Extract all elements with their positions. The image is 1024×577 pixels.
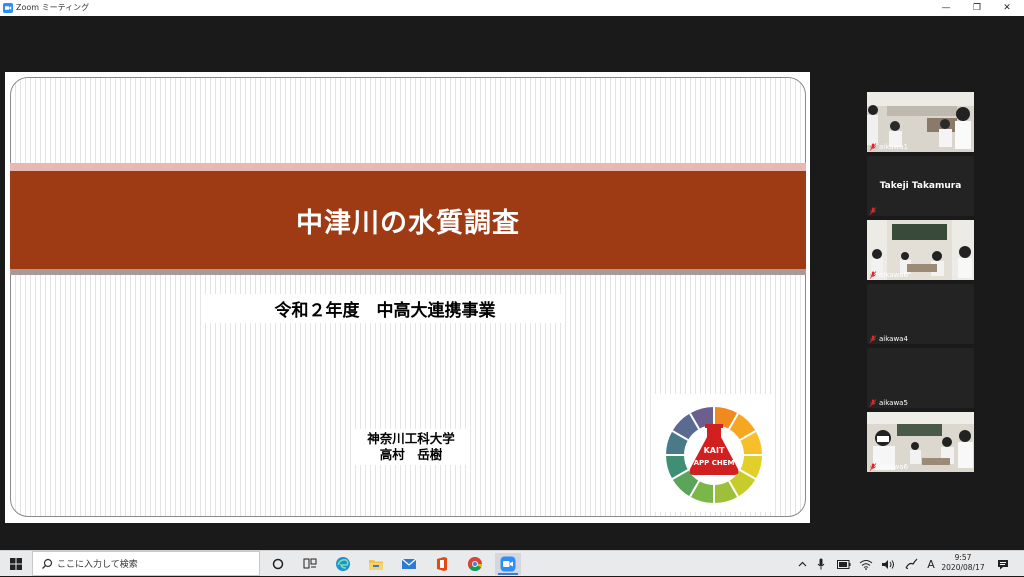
color-wheel-logo-icon: KAIT APP CHEM — [666, 406, 762, 504]
muted-mic-icon — [869, 399, 877, 407]
participant-name: aikawa6 — [869, 271, 908, 279]
muted-mic-icon — [869, 143, 877, 151]
minimize-button[interactable]: — — [929, 0, 963, 16]
speaker-icon — [882, 559, 894, 569]
cortana-circle-icon — [272, 558, 284, 570]
windows-start-button[interactable] — [0, 551, 32, 577]
task-view-icon — [303, 558, 317, 569]
chevron-up-icon — [798, 561, 806, 567]
zoom-taskbar-button[interactable] — [495, 553, 521, 575]
window-titlebar: Zoom ミーティング — ❐ ✕ — [0, 0, 1024, 16]
muted-mic-icon — [869, 271, 877, 279]
slide-affiliation-box: 神奈川工科大学 高村 岳樹 — [352, 429, 470, 465]
wifi-icon — [859, 559, 873, 570]
active-indicator — [498, 573, 518, 575]
battery-icon — [837, 559, 851, 569]
mail-icon — [401, 558, 417, 569]
edge-browser-icon — [336, 557, 350, 571]
search-placeholder: ここに入力して検索 — [57, 560, 138, 570]
meeting-stage: 中津川の水質調査 令和２年度 中高大連携事業 神奈川工科大学 高村 岳樹 KAI… — [0, 16, 1024, 550]
microphone-icon — [817, 558, 825, 570]
cortana-button[interactable] — [265, 553, 291, 575]
participant-display-name: Takeji Takamura — [879, 181, 962, 191]
participant-name: aikawa6 — [869, 463, 908, 471]
slide-title: 中津川の水質調査 — [296, 207, 520, 239]
notification-icon — [998, 559, 1008, 569]
kait-appchem-logo: KAIT APP CHEM — [655, 394, 773, 512]
wifi-tray-button[interactable] — [858, 551, 874, 577]
battery-tray-button[interactable] — [836, 551, 852, 577]
search-icon — [42, 558, 53, 569]
muted-mic-icon — [869, 463, 877, 471]
slide-band-top — [10, 163, 806, 171]
mail-button[interactable] — [396, 553, 422, 575]
svg-text:KAIT: KAIT — [704, 446, 725, 455]
participant-name: aikawa1 — [869, 143, 908, 151]
close-button[interactable]: ✕ — [990, 0, 1024, 16]
clock-date: 2020/08/17 — [941, 563, 985, 572]
windows-logo-icon — [10, 558, 22, 570]
slide-band-bottom — [10, 269, 806, 275]
participant-tile[interactable]: aikawa1 — [867, 92, 974, 152]
shared-slide: 中津川の水質調査 令和２年度 中高大連携事業 神奈川工科大学 高村 岳樹 KAI… — [5, 72, 810, 523]
file-explorer-button[interactable] — [363, 553, 389, 575]
pen-icon — [905, 558, 918, 569]
participant-tile[interactable]: Takeji Takamura — [867, 156, 974, 216]
notification-center-button[interactable] — [995, 551, 1011, 577]
participant-tile[interactable]: aikawa6 — [867, 412, 974, 472]
folder-icon — [369, 560, 383, 570]
pen-workspace-button[interactable] — [903, 551, 919, 577]
muted-mic-icon — [869, 335, 877, 343]
muted-mic-icon — [869, 207, 877, 215]
participant-tile[interactable]: aikawa4 — [867, 284, 974, 344]
taskbar: ここに入力して検索 A 9:57 2020/08/17 — [0, 550, 1024, 576]
window-title: Zoom ミーティング — [16, 3, 90, 12]
participant-name: aikawa4 — [869, 335, 908, 343]
participant-tile[interactable]: aikawa5 — [867, 348, 974, 408]
participant-name: aikawa5 — [869, 399, 908, 407]
restore-button[interactable]: ❐ — [960, 0, 994, 16]
participant-tile[interactable]: aikawa6 — [867, 220, 974, 280]
participant-status — [869, 207, 877, 215]
slide-subtitle: 令和２年度 中高大連携事業 — [205, 294, 565, 323]
chrome-button[interactable] — [462, 553, 488, 575]
zoom-logo-icon — [3, 3, 13, 13]
tray-overflow-button[interactable] — [795, 551, 809, 577]
office-button[interactable] — [429, 553, 455, 575]
taskbar-search-box[interactable]: ここに入力して検索 — [32, 551, 260, 576]
volume-tray-button[interactable] — [880, 551, 896, 577]
clock-time: 9:57 — [954, 553, 972, 562]
task-view-button[interactable] — [297, 553, 323, 575]
office-icon — [437, 557, 447, 571]
microphone-tray-button[interactable] — [814, 551, 828, 577]
edge-button[interactable] — [330, 553, 356, 575]
slide-affiliation: 神奈川工科大学 — [367, 431, 455, 446]
svg-text:APP CHEM: APP CHEM — [694, 459, 735, 467]
slide-author: 高村 岳樹 — [379, 447, 443, 462]
zoom-app-icon — [500, 556, 516, 572]
chrome-icon — [467, 556, 483, 572]
taskbar-clock[interactable]: 9:57 2020/08/17 — [936, 553, 990, 573]
